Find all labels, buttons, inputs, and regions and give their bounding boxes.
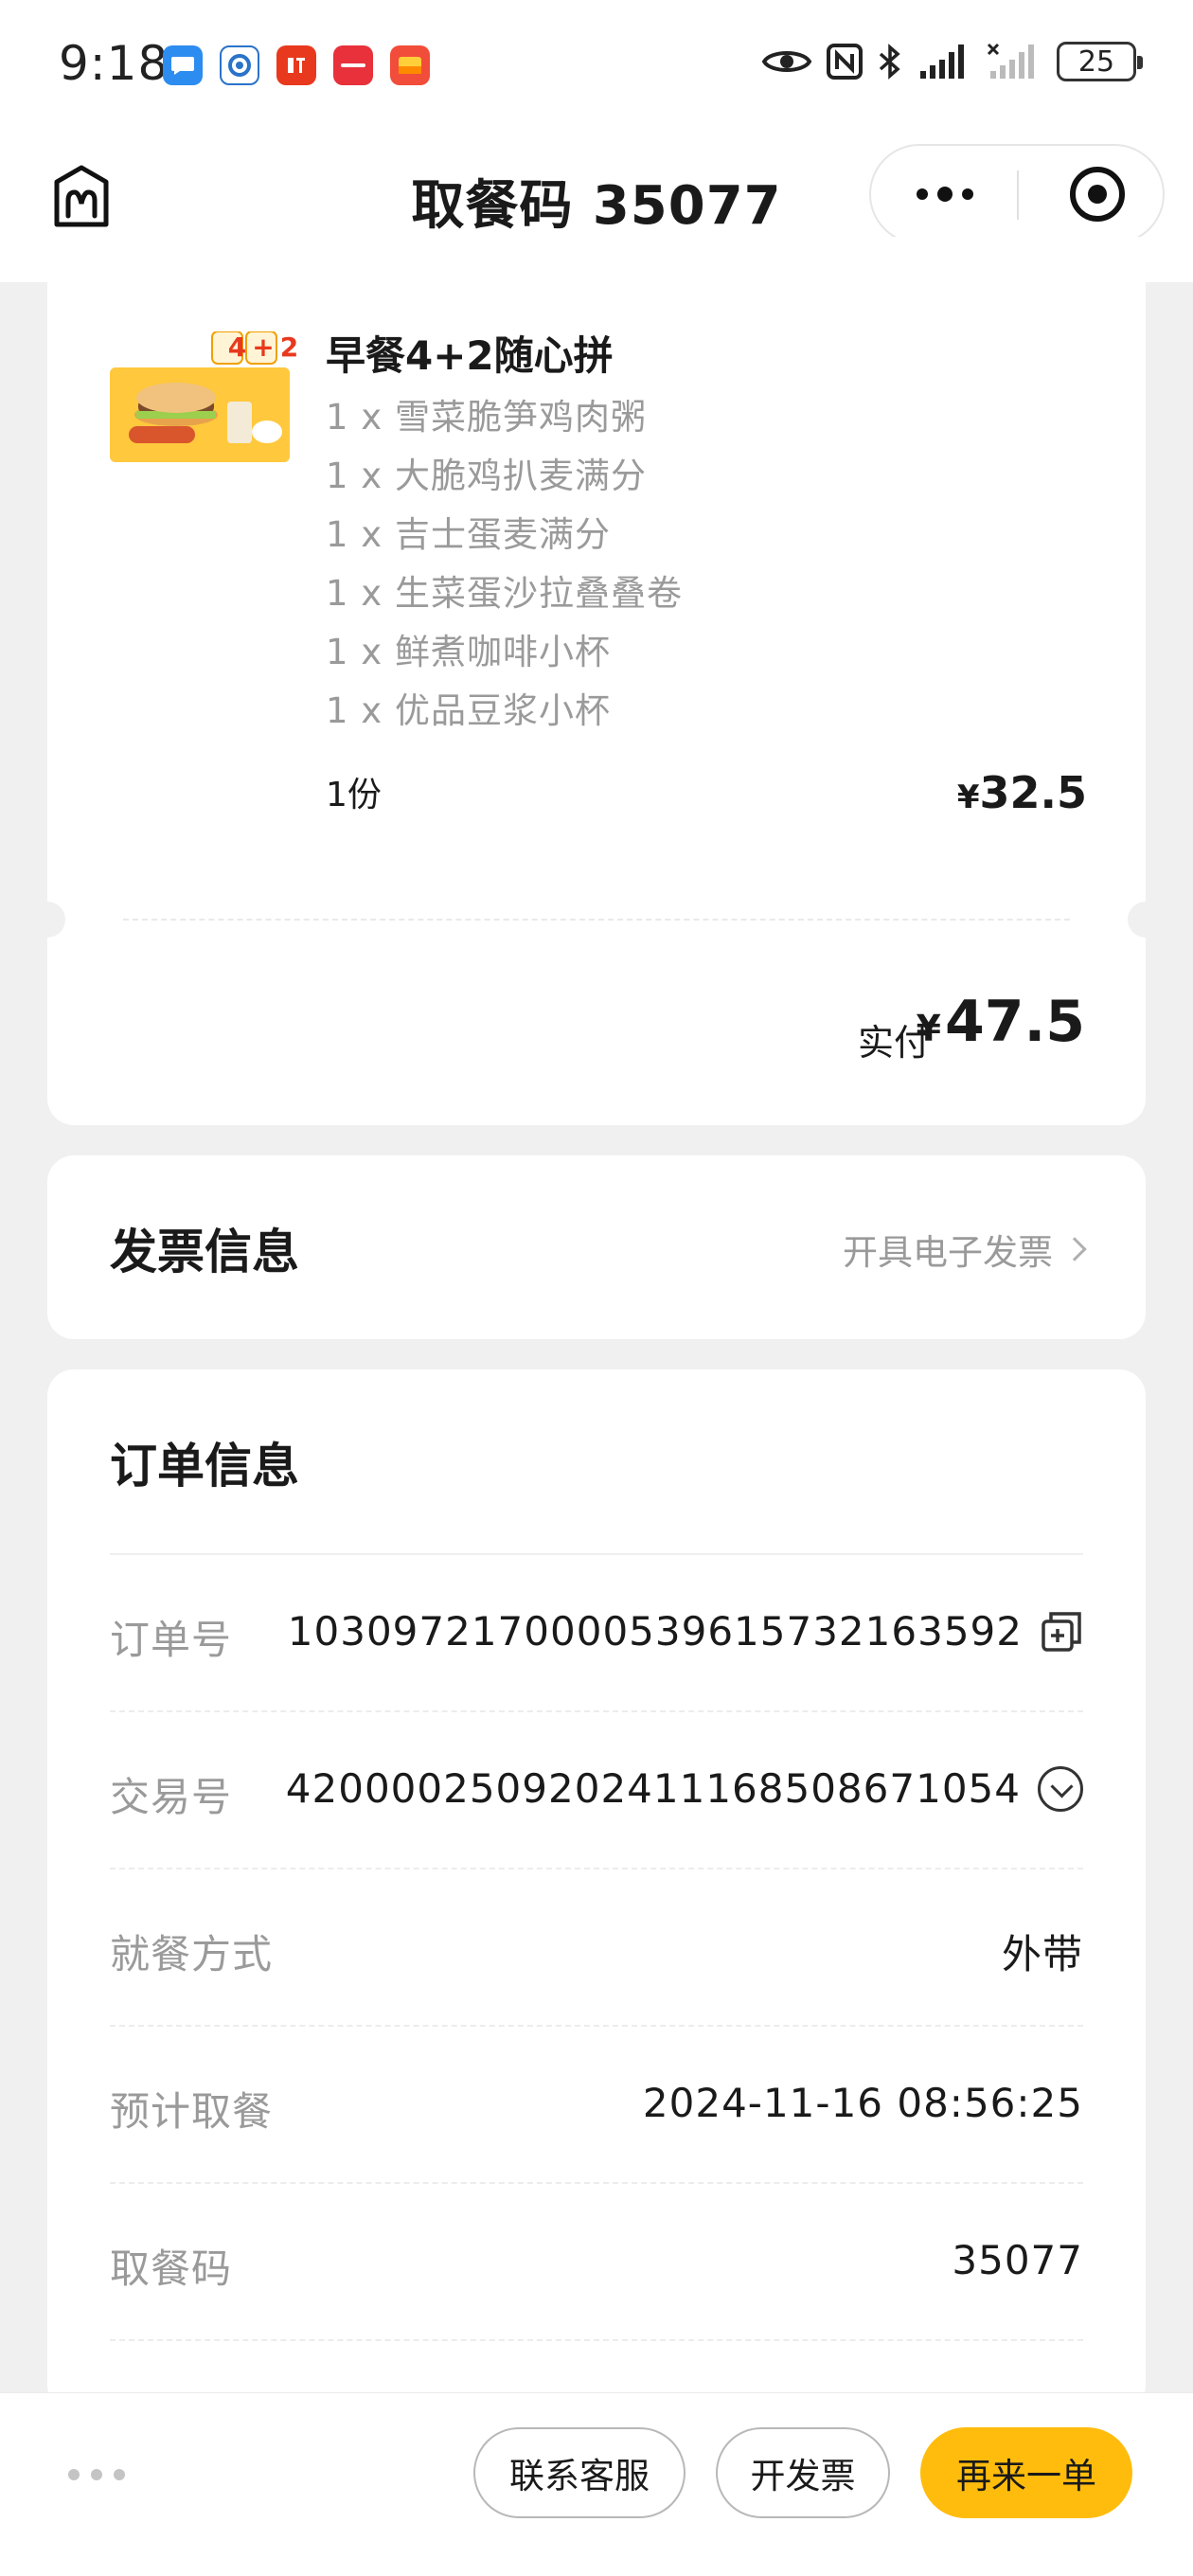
nfc-icon [827, 44, 863, 80]
mini-program-capsule [869, 144, 1165, 244]
bluetooth-icon [879, 44, 900, 80]
status-time: 9:18 [59, 36, 169, 91]
notification-icons [163, 45, 430, 85]
currency-symbol: ¥ [916, 1008, 941, 1049]
dining-method-label: 就餐方式 [110, 1931, 274, 1977]
order-items-card: 4+2 早餐4+2随心拼 1 x 雪菜脆笋鸡肉粥 1 x 大脆鸡扒麦满分 1 x… [29, 237, 1164, 1125]
total-amount-value: 47.5 [944, 989, 1085, 1055]
dining-method-value: 外带 [1001, 1931, 1083, 1977]
battery-indicator: 25 [1057, 42, 1143, 81]
capsule-divider [1017, 170, 1019, 220]
transaction-number-value-group: 4200002509202411168508671054 [286, 1765, 1083, 1812]
dining-method-row: 就餐方式 外带 [110, 1868, 1083, 2025]
system-icons: 25 [761, 42, 1143, 81]
order-info-title: 订单信息 [110, 1439, 299, 1494]
order-number-value-group: 1030972170000539615732163592 [288, 1608, 1083, 1655]
issue-e-invoice-label: 开具电子发票 [843, 1232, 1053, 1273]
estimated-pickup-row: 预计取餐 2024-11-16 08:56:25 [110, 2025, 1083, 2182]
message-app-icon [163, 45, 203, 85]
issue-invoice-button[interactable]: 开发票 [716, 2427, 890, 2518]
huawei-app-icon [333, 45, 373, 85]
item-component: 1 x 鲜煮咖啡小杯 [326, 632, 611, 672]
combo-badge: 4+2 [227, 331, 305, 363]
pickup-code-label: 取餐码 [110, 2245, 233, 2292]
transaction-number-label: 交易号 [110, 1774, 233, 1820]
dashed-divider [123, 919, 1070, 921]
row-divider [110, 2339, 1083, 2341]
signal-strength-icon [920, 45, 964, 79]
chevron-right-icon [1062, 1237, 1087, 1261]
currency-symbol: ¥ [956, 778, 980, 816]
browser-app-icon [220, 45, 259, 85]
bottom-action-bar: 联系客服 开发票 再来一单 [0, 2392, 1193, 2576]
eye-icon [761, 51, 812, 72]
listen-app-icon [276, 45, 316, 85]
invoice-card[interactable]: 发票信息 开具电子发票 [47, 1155, 1146, 1339]
card-notch-right [1128, 902, 1164, 938]
close-mini-program-icon[interactable] [1070, 167, 1125, 222]
more-actions-icon[interactable] [68, 2469, 125, 2480]
card-notch-left [29, 902, 65, 938]
estimated-pickup-label: 预计取餐 [110, 2088, 274, 2135]
reorder-button[interactable]: 再来一单 [920, 2427, 1132, 2518]
item-component: 1 x 生菜蛋沙拉叠叠卷 [326, 573, 683, 614]
item-price-value: 32.5 [979, 767, 1088, 818]
copy-icon[interactable] [1040, 1610, 1083, 1654]
issue-e-invoice-link[interactable]: 开具电子发票 [843, 1224, 1087, 1275]
more-options-icon[interactable] [871, 146, 1018, 242]
item-component: 1 x 优品豆浆小杯 [326, 690, 611, 731]
item-component: 1 x 雪菜脆笋鸡肉粥 [326, 397, 647, 438]
status-bar: 9:18 25 [0, 0, 1193, 133]
order-number-label: 订单号 [110, 1617, 233, 1663]
gallery-app-icon [390, 45, 430, 85]
invoice-title: 发票信息 [110, 1225, 299, 1279]
order-info-card: 订单信息 订单号 1030972170000539615732163592 交易… [47, 1369, 1146, 2411]
pickup-code-value: 35077 [952, 2237, 1083, 2283]
item-component: 1 x 大脆鸡扒麦满分 [326, 456, 647, 496]
item-quantity: 1份 [326, 776, 382, 814]
order-number-value: 1030972170000539615732163592 [287, 1608, 1023, 1655]
item-name: 早餐4+2随心拼 [326, 332, 614, 379]
pickup-code-row: 取餐码 35077 [110, 2182, 1083, 2339]
contact-service-button[interactable]: 联系客服 [473, 2427, 686, 2518]
transaction-number-value: 4200002509202411168508671054 [285, 1765, 1021, 1812]
order-number-row: 订单号 1030972170000539615732163592 [110, 1553, 1083, 1710]
total-amount: ¥47.5 [917, 989, 1086, 1055]
transaction-number-row: 交易号 4200002509202411168508671054 [110, 1710, 1083, 1868]
item-component: 1 x 吉士蛋麦满分 [326, 514, 611, 555]
estimated-pickup-value: 2024-11-16 08:56:25 [642, 2080, 1083, 2126]
item-price: ¥32.5 [957, 767, 1087, 818]
signal-no-service-icon [987, 43, 1034, 79]
expand-circle-icon[interactable] [1038, 1765, 1083, 1812]
